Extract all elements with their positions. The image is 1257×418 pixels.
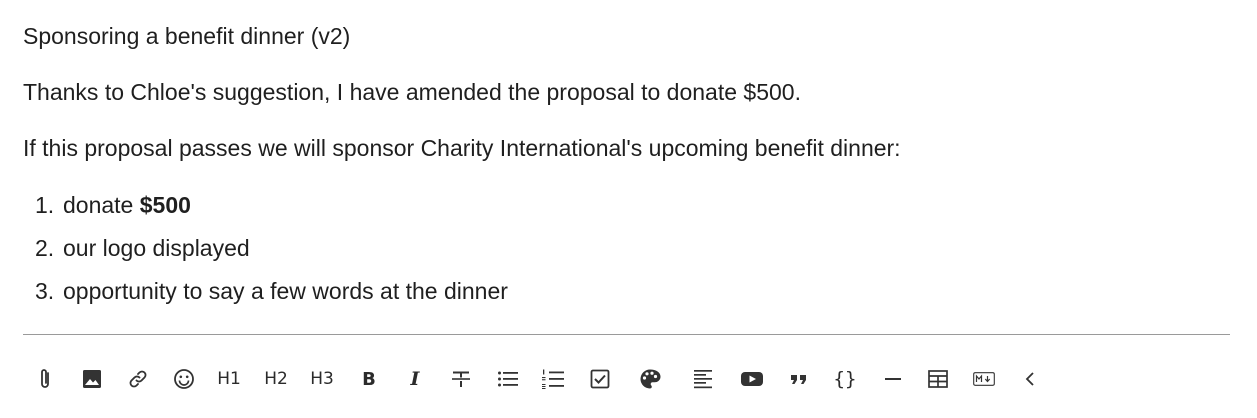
list-number: 3.	[35, 278, 55, 304]
markdown-icon	[973, 372, 995, 386]
bold-icon: B	[362, 368, 376, 390]
list-item-text: opportunity to say a few words at the di…	[63, 278, 508, 304]
horizontal-rule-button[interactable]	[880, 360, 906, 398]
emoji-icon	[174, 369, 194, 389]
list-number: 1.	[35, 192, 55, 218]
table-button[interactable]	[925, 360, 951, 398]
list-item-text: donate	[63, 192, 140, 218]
post-paragraph: If this proposal passes we will sponsor …	[23, 135, 901, 161]
collapse-chevron-icon	[1025, 372, 1034, 386]
checklist-button[interactable]	[587, 360, 613, 398]
video-button[interactable]	[738, 360, 766, 398]
video-icon	[741, 372, 763, 386]
list-number: 2.	[35, 235, 55, 261]
list-item: 3. opportunity to say a few words at the …	[23, 270, 1223, 313]
color-palette-button[interactable]	[637, 360, 663, 398]
formatting-toolbar: H1 H2 H3 B I {}	[0, 360, 1257, 398]
ordered-list: 1. donate $500 2. our logo displayed 3. opp…	[23, 184, 1223, 313]
heading-2-button[interactable]: H2	[260, 360, 292, 398]
link-button[interactable]	[125, 360, 151, 398]
post-title: Sponsoring a benefit dinner (v2)	[23, 23, 351, 49]
heading-3-icon: H3	[310, 369, 334, 389]
bold-button[interactable]: B	[357, 360, 381, 398]
post-editor[interactable]: Sponsoring a benefit dinner (v2) Thanks …	[0, 0, 1257, 418]
heading-3-button[interactable]: H3	[306, 360, 338, 398]
markdown-button[interactable]	[970, 360, 998, 398]
list-item: 2. our logo displayed	[23, 227, 1223, 270]
strikethrough-button[interactable]	[448, 360, 474, 398]
emoji-button[interactable]	[171, 360, 197, 398]
quote-button[interactable]	[786, 360, 812, 398]
color-palette-icon	[640, 369, 661, 389]
image-icon	[83, 370, 101, 388]
table-icon	[928, 370, 948, 388]
horizontal-rule-icon	[885, 378, 901, 380]
italic-button[interactable]: I	[403, 360, 427, 398]
code-block-icon: {}	[833, 368, 857, 390]
numbered-list-button[interactable]	[540, 360, 566, 398]
code-block-button[interactable]: {}	[830, 360, 860, 398]
list-item-bold-amount: $500	[139, 192, 191, 218]
list-item: 1. donate $500	[23, 184, 1223, 227]
heading-1-button[interactable]: H1	[213, 360, 245, 398]
align-button[interactable]	[690, 360, 716, 398]
italic-icon: I	[410, 368, 420, 390]
strikethrough-icon	[452, 371, 470, 387]
checklist-icon	[590, 369, 610, 389]
numbered-list-icon	[542, 369, 564, 389]
post-paragraph: Thanks to Chloe's suggestion, I have ame…	[23, 79, 801, 105]
image-button[interactable]	[79, 360, 105, 398]
post-content[interactable]: Sponsoring a benefit dinner (v2) Thanks …	[23, 16, 1223, 313]
toolbar-divider	[23, 334, 1230, 335]
collapse-toolbar-button[interactable]	[1018, 360, 1042, 398]
attachment-icon	[41, 369, 49, 388]
attachment-button[interactable]	[32, 360, 58, 398]
align-icon	[694, 370, 712, 389]
quote-icon	[791, 375, 806, 384]
list-item-text: our logo displayed	[63, 235, 250, 261]
heading-1-icon: H1	[217, 369, 241, 389]
bullet-list-icon	[498, 371, 518, 387]
bullet-list-button[interactable]	[495, 360, 521, 398]
link-icon	[129, 370, 147, 388]
heading-2-icon: H2	[264, 369, 288, 389]
